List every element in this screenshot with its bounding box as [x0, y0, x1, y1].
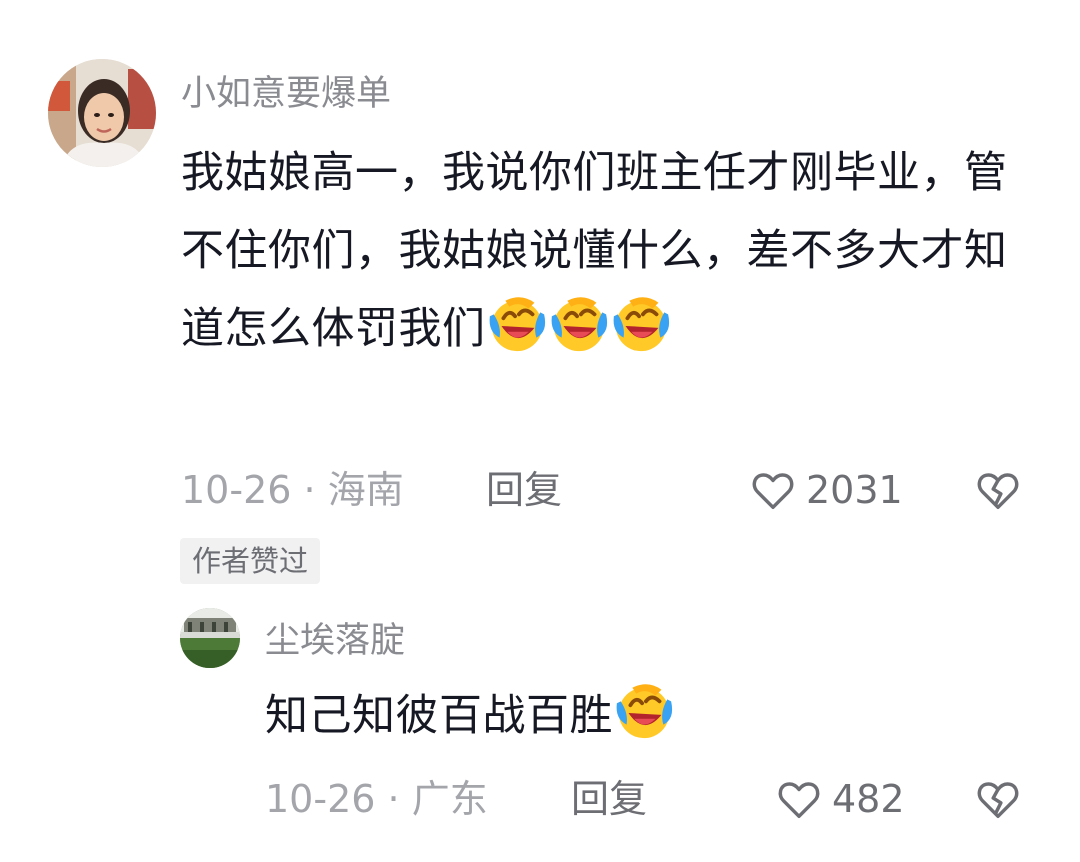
like-count: 2031 — [806, 468, 903, 512]
laughing-crying-emoji-icon — [486, 293, 548, 355]
reply-button[interactable]: 回复 — [486, 468, 562, 512]
heart-outline-icon[interactable] — [776, 777, 822, 823]
comment-text: 我姑娘高一，我说你们班主任才刚毕业，管不住你们，我姑娘说懂什么，差不多大才知道怎… — [181, 134, 1041, 368]
reply-avatar[interactable] — [180, 608, 240, 668]
reply-location: 广东 — [411, 777, 488, 821]
comment-date: 10-26 — [181, 468, 292, 512]
reply-body: 知己知彼百战百胜 — [265, 691, 613, 741]
reply-username[interactable]: 尘埃落腚 — [265, 621, 405, 661]
broken-heart-icon[interactable] — [975, 468, 1021, 514]
reply-like-count: 482 — [832, 777, 905, 821]
laughing-crying-emoji-icon — [548, 293, 610, 355]
commenter-avatar[interactable] — [48, 59, 156, 167]
commenter-username[interactable]: 小如意要爆单 — [181, 74, 391, 114]
heart-outline-icon[interactable] — [750, 468, 796, 514]
meta-separator: · — [387, 777, 400, 821]
meta-separator: · — [303, 468, 316, 512]
reply-reply-button[interactable]: 回复 — [571, 777, 647, 821]
reply-text: 知己知彼百战百胜 — [265, 677, 1045, 755]
comment-location: 海南 — [327, 468, 404, 512]
reply-meta: 10-26 · 广东 — [265, 777, 488, 821]
author-liked-badge: 作者赞过 — [180, 538, 321, 584]
reply-date: 10-26 — [265, 777, 376, 821]
comment-meta: 10-26 · 海南 — [181, 468, 404, 512]
laughing-crying-emoji-icon — [613, 680, 675, 742]
laughing-crying-emoji-icon — [610, 293, 672, 355]
broken-heart-icon[interactable] — [975, 777, 1021, 823]
